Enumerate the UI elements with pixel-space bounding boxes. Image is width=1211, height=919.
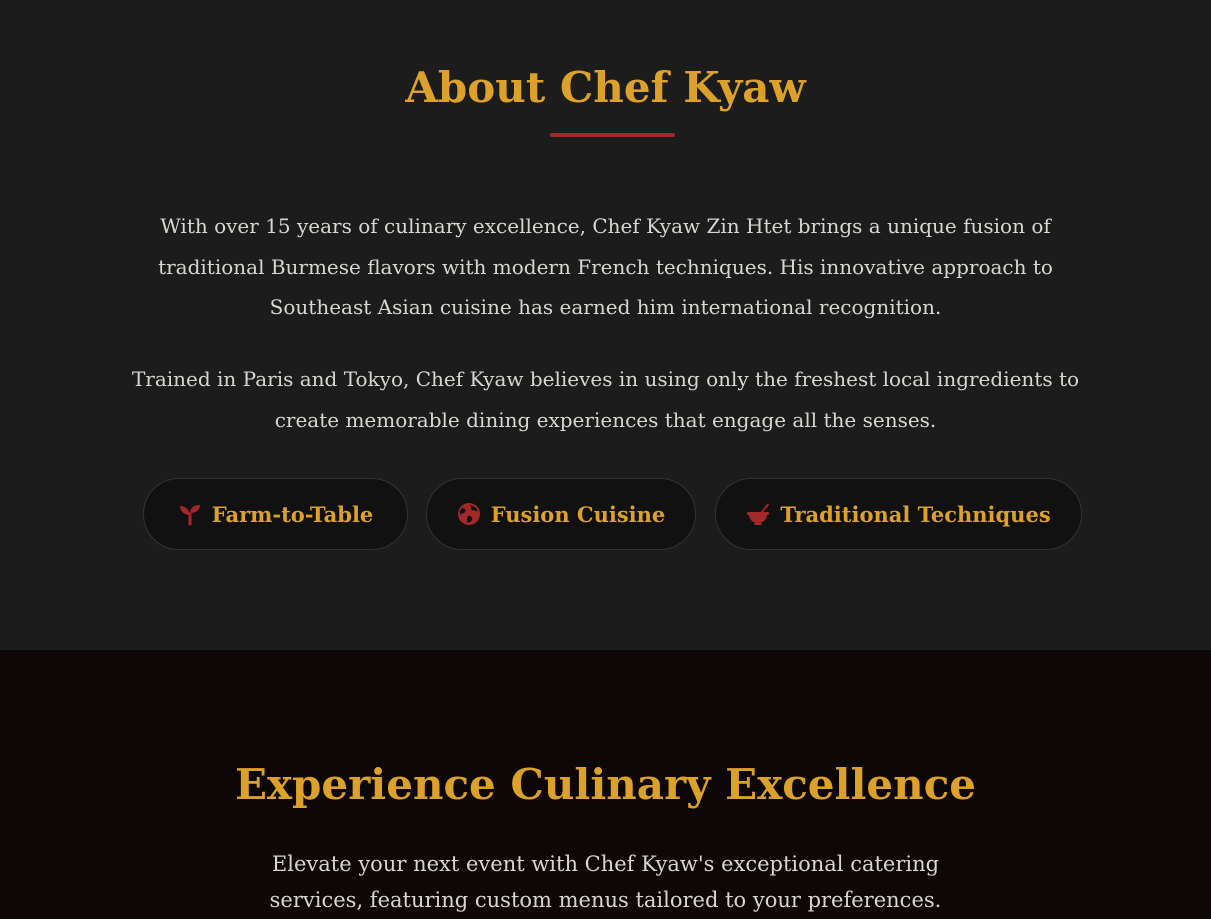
tag-fusion-cuisine[interactable]: Fusion Cuisine bbox=[426, 478, 696, 550]
mortar-pestle-icon bbox=[746, 502, 770, 526]
tag-label: Traditional Techniques bbox=[780, 501, 1051, 527]
title-underline bbox=[550, 133, 675, 137]
about-paragraph-1: With over 15 years of culinary excellenc… bbox=[158, 214, 1053, 319]
experience-title: Experience Culinary Excellence bbox=[235, 760, 976, 809]
about-section: About Chef Kyaw With over 15 years of cu… bbox=[0, 0, 1211, 650]
about-title: About Chef Kyaw bbox=[405, 63, 806, 112]
tag-label: Fusion Cuisine bbox=[490, 501, 666, 527]
globe-icon bbox=[457, 502, 481, 526]
about-paragraph-2: Trained in Paris and Tokyo, Chef Kyaw be… bbox=[131, 367, 1080, 432]
experience-text: Elevate your next event with Chef Kyaw's… bbox=[269, 852, 942, 912]
tag-label: Farm-to-Table bbox=[211, 501, 374, 527]
specialty-tags: Farm-to-Table Fusion Cuisine Traditional… bbox=[0, 478, 1211, 550]
tag-traditional-techniques[interactable]: Traditional Techniques bbox=[715, 478, 1082, 550]
experience-section: Experience Culinary Excellence Elevate y… bbox=[0, 650, 1211, 919]
tag-farm-to-table[interactable]: Farm-to-Table bbox=[143, 478, 408, 550]
seedling-icon bbox=[178, 502, 202, 526]
